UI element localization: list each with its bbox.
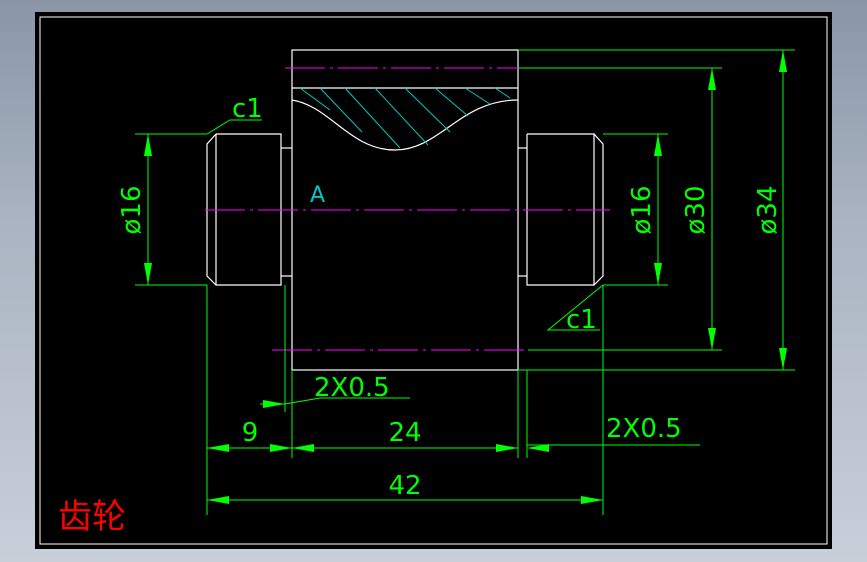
centerlines xyxy=(205,67,610,351)
diameter-label-mid: ø30 xyxy=(681,186,711,235)
section-label: A xyxy=(310,183,325,208)
length-label-left: 9 xyxy=(242,418,259,448)
diameter-label-left: ø16 xyxy=(117,186,147,235)
chamfer-label-left: c1 xyxy=(232,94,263,124)
drawing-border xyxy=(39,16,828,545)
length-label-total: 42 xyxy=(388,471,421,501)
length-label-mid: 24 xyxy=(388,418,421,448)
groove-label-right: 2X0.5 xyxy=(606,414,682,444)
chamfer-label-right: c1 xyxy=(566,305,597,335)
diameter-label-outer: ø34 xyxy=(753,186,783,235)
gear-drawing: A c1 c1 ø16 ø16 ø30 ø34 2X0.5 2X0.5 9 24… xyxy=(39,16,828,545)
groove-label-left: 2X0.5 xyxy=(314,373,390,403)
drawing-title: 齿轮 xyxy=(58,497,126,537)
diameter-label-right: ø16 xyxy=(627,186,657,235)
section-hatch xyxy=(299,87,511,149)
